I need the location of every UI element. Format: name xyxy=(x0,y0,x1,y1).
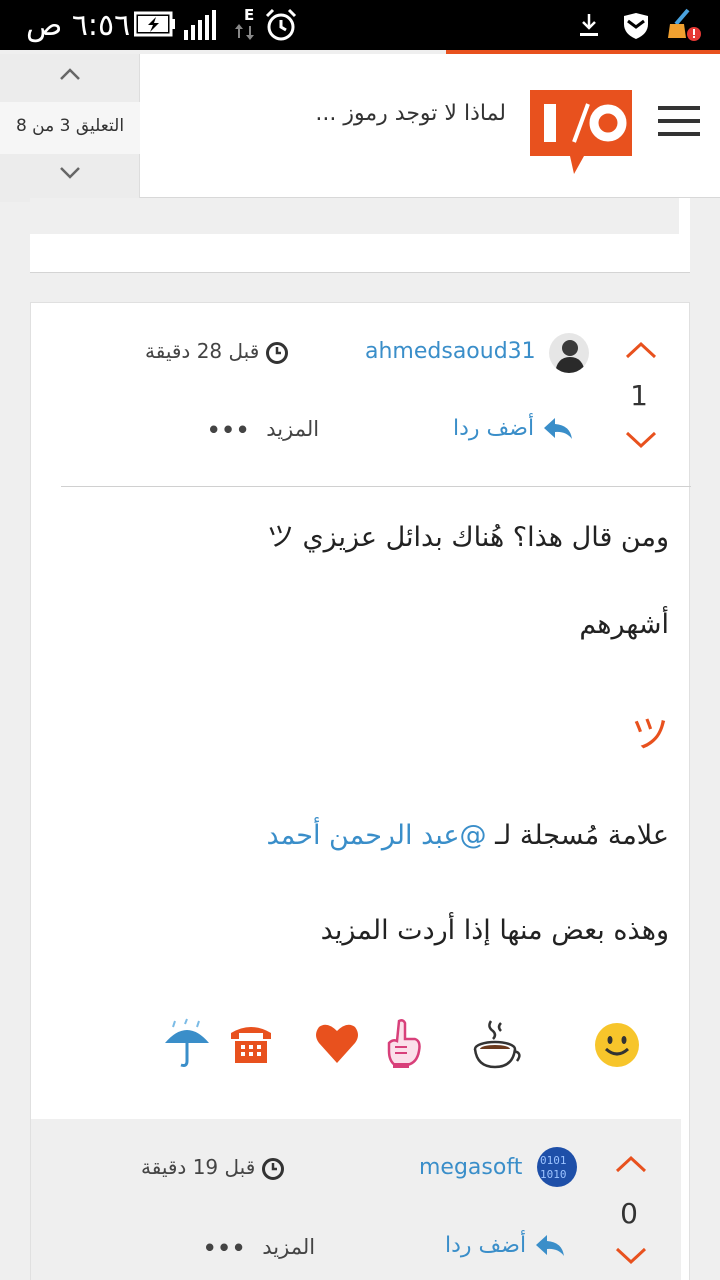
comment-navigator: التعليق 3 من 8 xyxy=(0,54,140,202)
comment-timestamp: قبل 28 دقيقة xyxy=(145,339,289,365)
battery-charging-icon xyxy=(134,11,175,37)
more-dots-icon: ••• xyxy=(207,418,251,442)
mention-prefix: علامة مُسجلة لـ xyxy=(486,820,669,851)
more-label: المزيد xyxy=(266,417,320,441)
user-mention-link[interactable]: @عبد الرحمن أحمد xyxy=(267,820,487,851)
reply-upvote-button[interactable] xyxy=(613,1151,649,1179)
shield-icon xyxy=(624,13,648,39)
previous-card-footer xyxy=(30,198,679,234)
chevron-up-icon xyxy=(60,68,80,80)
telephone-icon xyxy=(231,1027,271,1063)
signal-icon xyxy=(184,10,216,40)
network-type-label: E xyxy=(244,6,255,24)
reply-card: 0 0101 1010 megasoft قبل 19 دقيقة أضف رد… xyxy=(31,1119,681,1280)
reply-arrow-icon xyxy=(536,1235,565,1256)
add-reply-button[interactable]: أضف ردا xyxy=(453,416,574,442)
next-comment-button[interactable] xyxy=(0,154,140,198)
umbrella-rain-icon xyxy=(165,1018,209,1067)
add-reply-label: أضف ردا xyxy=(453,416,535,441)
comment-card: 1 ahmedsaoud31 قبل 28 دقيقة أضف ردا المز… xyxy=(30,302,691,1280)
comment-divider xyxy=(61,486,691,487)
alarm-icon xyxy=(265,8,297,41)
comment-line-2: أشهرهم xyxy=(579,609,669,640)
hamburger-menu-button[interactable] xyxy=(658,106,700,136)
reply-avatar[interactable]: 0101 1010 xyxy=(537,1147,577,1187)
previous-comment-card xyxy=(30,198,690,273)
reply-more-button[interactable]: المزيد ••• xyxy=(203,1235,315,1260)
coffee-icon xyxy=(473,1020,521,1069)
reply-timestamp: قبل 19 دقيقة xyxy=(141,1155,285,1181)
cleaner-alert-icon xyxy=(668,8,701,41)
data-arrows-icon xyxy=(235,24,254,40)
app-header: لماذا لا توجد رموز ... xyxy=(140,54,720,198)
avatar[interactable] xyxy=(549,333,589,373)
comment-username[interactable]: ahmedsaoud31 xyxy=(365,339,536,364)
downvote-button[interactable] xyxy=(623,425,659,453)
comment-position-label: التعليق 3 من 8 xyxy=(0,102,140,154)
previous-comment-button[interactable] xyxy=(0,54,140,98)
smiley-icon xyxy=(595,1023,639,1067)
reply-username[interactable]: megasoft xyxy=(419,1155,522,1180)
comment-time-text: قبل 28 دقيقة xyxy=(145,339,260,363)
reply-time-text: قبل 19 دقيقة xyxy=(141,1155,256,1179)
download-icon xyxy=(580,14,598,36)
svg-text:0101: 0101 xyxy=(540,1154,567,1167)
upvote-button[interactable] xyxy=(623,337,659,365)
comment-line-3: علامة مُسجلة لـ @عبد الرحمن أحمد xyxy=(267,820,670,851)
chevron-down-icon xyxy=(60,167,80,179)
tsu-symbol: ツ xyxy=(630,712,669,756)
more-button[interactable]: المزيد ••• xyxy=(207,417,319,442)
page-title[interactable]: لماذا لا توجد رموز ... xyxy=(286,101,506,126)
reply-arrow-icon xyxy=(544,418,573,439)
status-time: ٦:٥٦ ص xyxy=(26,8,131,43)
clock-icon xyxy=(262,1157,285,1180)
reply-more-dots-icon: ••• xyxy=(203,1236,247,1260)
logo-icon[interactable] xyxy=(530,90,632,174)
vote-count: 1 xyxy=(630,379,648,412)
comment-line-1: ومن قال هذا؟ هُناك بدائل عزيزي ツ xyxy=(266,522,669,553)
heart-icon xyxy=(316,1024,358,1063)
reply-vote-count: 0 xyxy=(620,1197,638,1230)
reply-add-reply-button[interactable]: أضف ردا xyxy=(445,1233,566,1259)
reply-more-label: المزيد xyxy=(262,1235,316,1259)
svg-text:1010: 1010 xyxy=(540,1168,567,1181)
comment-line-4: وهذه بعض منها إذا أردت المزيد xyxy=(320,915,669,946)
reply-add-reply-label: أضف ردا xyxy=(445,1233,527,1258)
reply-downvote-button[interactable] xyxy=(613,1241,649,1269)
raised-finger-icon xyxy=(387,1019,421,1068)
status-bar: ٦:٥٦ ص E xyxy=(0,0,720,50)
clock-icon xyxy=(266,341,289,364)
